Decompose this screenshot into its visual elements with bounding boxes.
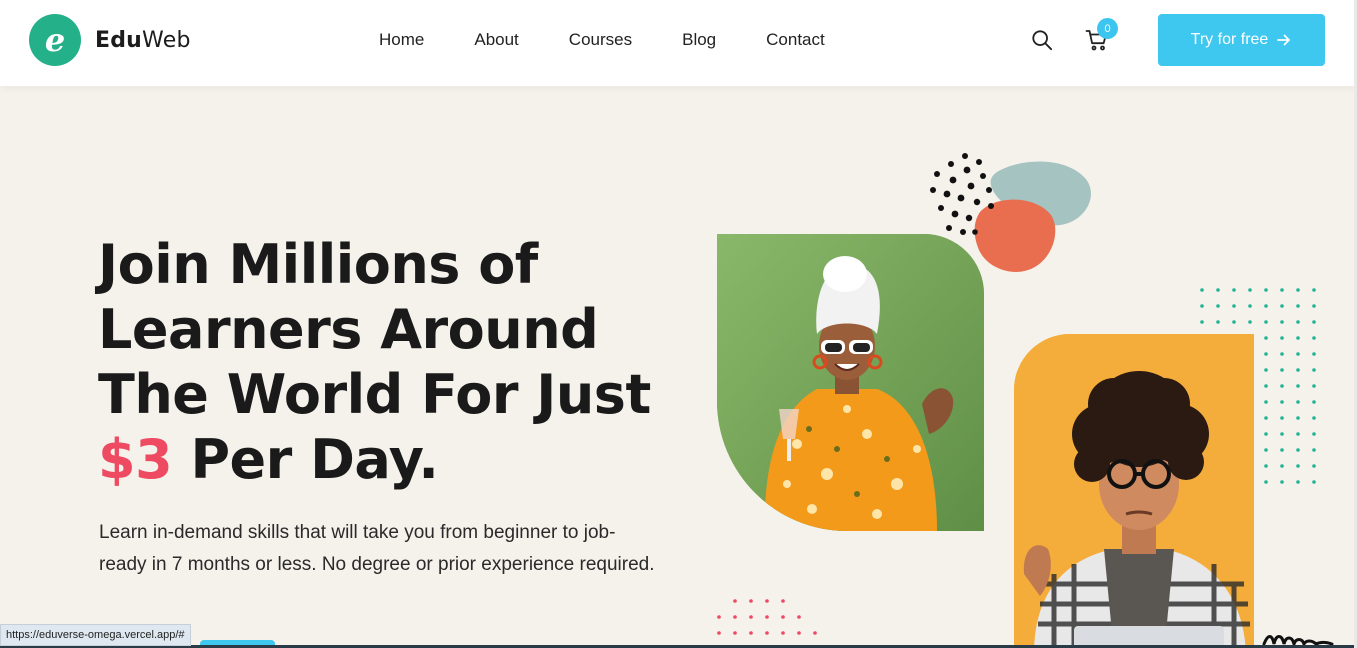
- logo-text: EduWeb: [95, 28, 191, 53]
- hero-title: Join Millions of Learners Around The Wor…: [98, 232, 678, 492]
- hero-subtitle: Learn in-demand skills that will take yo…: [99, 522, 655, 575]
- nav-about[interactable]: About: [474, 30, 518, 50]
- decorative-dots-pink: [717, 599, 817, 635]
- logo-name-bold: Edu: [95, 27, 143, 53]
- hero-image-woman: [717, 234, 984, 531]
- cart-count-badge: 0: [1097, 18, 1118, 39]
- logo-name-light: Web: [142, 27, 191, 53]
- nav-blog[interactable]: Blog: [682, 30, 716, 50]
- status-url: https://eduverse-omega.vercel.app/#: [0, 624, 191, 646]
- cta-label: Try for free: [1190, 31, 1269, 48]
- main-nav: Home About Courses Blog Contact: [379, 30, 825, 50]
- hero-image-man: [1014, 334, 1254, 648]
- woman-illustration: [717, 234, 984, 531]
- try-for-free-button[interactable]: Try for free: [1158, 14, 1325, 66]
- nav-contact[interactable]: Contact: [766, 30, 825, 50]
- logo-mark-icon: e: [29, 14, 81, 66]
- hero-title-line4: Per Day.: [172, 428, 439, 491]
- hero-title-line1: Join Millions of: [98, 233, 538, 296]
- nav-courses[interactable]: Courses: [569, 30, 632, 50]
- hero-title-line3: The World For Just: [98, 363, 651, 426]
- nav-home[interactable]: Home: [379, 30, 424, 50]
- site-header: e EduWeb Home About Courses Blog Contact…: [0, 0, 1357, 86]
- search-icon[interactable]: [1031, 29, 1053, 51]
- hero-price: $3: [98, 428, 173, 491]
- arrow-right-icon: [1277, 34, 1291, 46]
- logo[interactable]: e EduWeb: [29, 14, 191, 66]
- man-illustration: [1014, 334, 1254, 648]
- hero-title-line2: Learners Around: [98, 298, 599, 361]
